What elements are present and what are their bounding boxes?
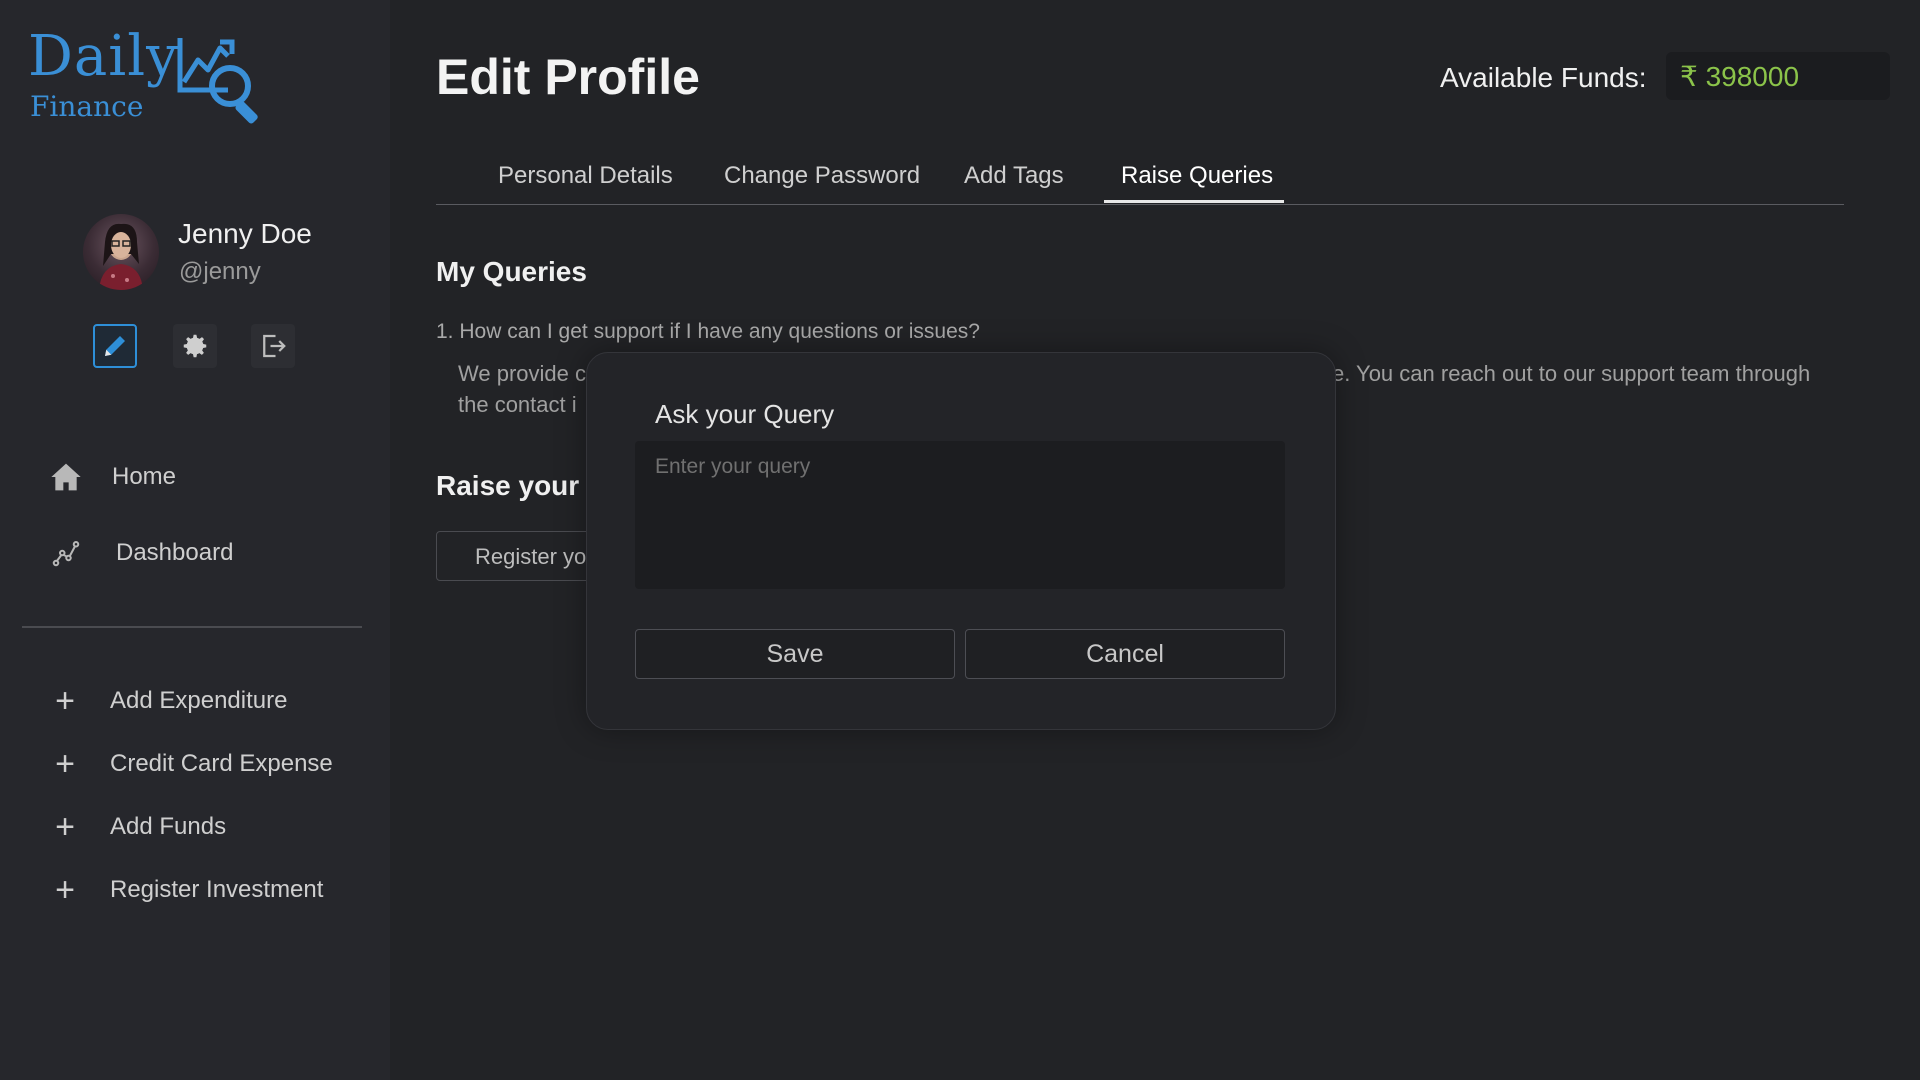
brand-logo[interactable]: Daily Finance (28, 24, 288, 134)
chart-magnifier-icon (177, 38, 258, 124)
plus-icon: + (55, 745, 75, 783)
brand-name-top: Daily (28, 24, 179, 89)
query-answer-line2: the contact i (458, 392, 577, 417)
query-answer-start: We provide c (458, 361, 586, 386)
modal-title: Ask your Query (655, 399, 835, 429)
quick-action-label: Register Investment (110, 876, 324, 903)
home-icon (51, 463, 81, 491)
active-tab-indicator (1104, 200, 1284, 203)
tab-personal-details[interactable]: Personal Details (498, 162, 673, 190)
user-handle: @jenny (179, 258, 261, 285)
chart-line-icon (52, 541, 80, 567)
avatar-portrait (99, 223, 143, 290)
quick-action-label: Add Funds (110, 813, 227, 840)
settings-button[interactable] (173, 324, 217, 368)
plus-icon: + (55, 871, 75, 909)
query-question: 1. How can I get support if I have any q… (436, 320, 980, 343)
cancel-button[interactable]: Cancel (965, 629, 1285, 679)
quick-action-label: Add Expenditure (110, 687, 288, 714)
save-button[interactable]: Save (635, 629, 955, 679)
pencil-icon (105, 336, 125, 356)
sidebar-divider (22, 626, 362, 628)
available-funds-value: ₹ 398000 (1666, 52, 1890, 100)
quick-action-add-expenditure[interactable]: + Add Expenditure (50, 682, 288, 720)
quick-action-register-investment[interactable]: + Register Investment (50, 871, 324, 909)
nav-item-label: Home (112, 463, 177, 490)
edit-profile-button[interactable] (93, 324, 137, 368)
quick-action-credit-card-expense[interactable]: + Credit Card Expense (50, 745, 333, 783)
user-name: Jenny Doe (178, 218, 312, 249)
sidebar: Daily Finance Jenny Doe @jenny Home Dash… (0, 0, 390, 1080)
nav-item-label: Dashboard (116, 539, 234, 566)
logout-icon (263, 334, 286, 358)
nav-item-home[interactable]: Home (50, 462, 176, 492)
available-funds-label: Available Funds: (1440, 62, 1647, 93)
my-queries-heading: My Queries (436, 256, 587, 287)
gear-icon (183, 334, 207, 358)
raise-query-heading: Raise your c (436, 470, 603, 501)
profile-tabs: Personal Details Change Password Add Tag… (436, 150, 1844, 205)
logout-button[interactable] (251, 324, 295, 368)
avatar[interactable] (83, 214, 159, 290)
plus-icon: + (55, 808, 75, 846)
ask-query-modal: Ask your Query Save Cancel (586, 352, 1336, 730)
tab-raise-queries[interactable]: Raise Queries (1121, 162, 1273, 190)
quick-action-label: Credit Card Expense (110, 750, 333, 777)
plus-icon: + (55, 682, 75, 720)
nav-item-dashboard[interactable]: Dashboard (50, 538, 233, 568)
query-input[interactable] (635, 441, 1285, 589)
quick-action-add-funds[interactable]: + Add Funds (50, 808, 227, 846)
tab-change-password[interactable]: Change Password (724, 162, 920, 190)
tab-add-tags[interactable]: Add Tags (964, 162, 1064, 190)
brand-name-bottom: Finance (30, 90, 144, 123)
page-title: Edit Profile (436, 49, 700, 105)
query-answer-end: e. You can reach out to our support team… (1331, 361, 1811, 386)
